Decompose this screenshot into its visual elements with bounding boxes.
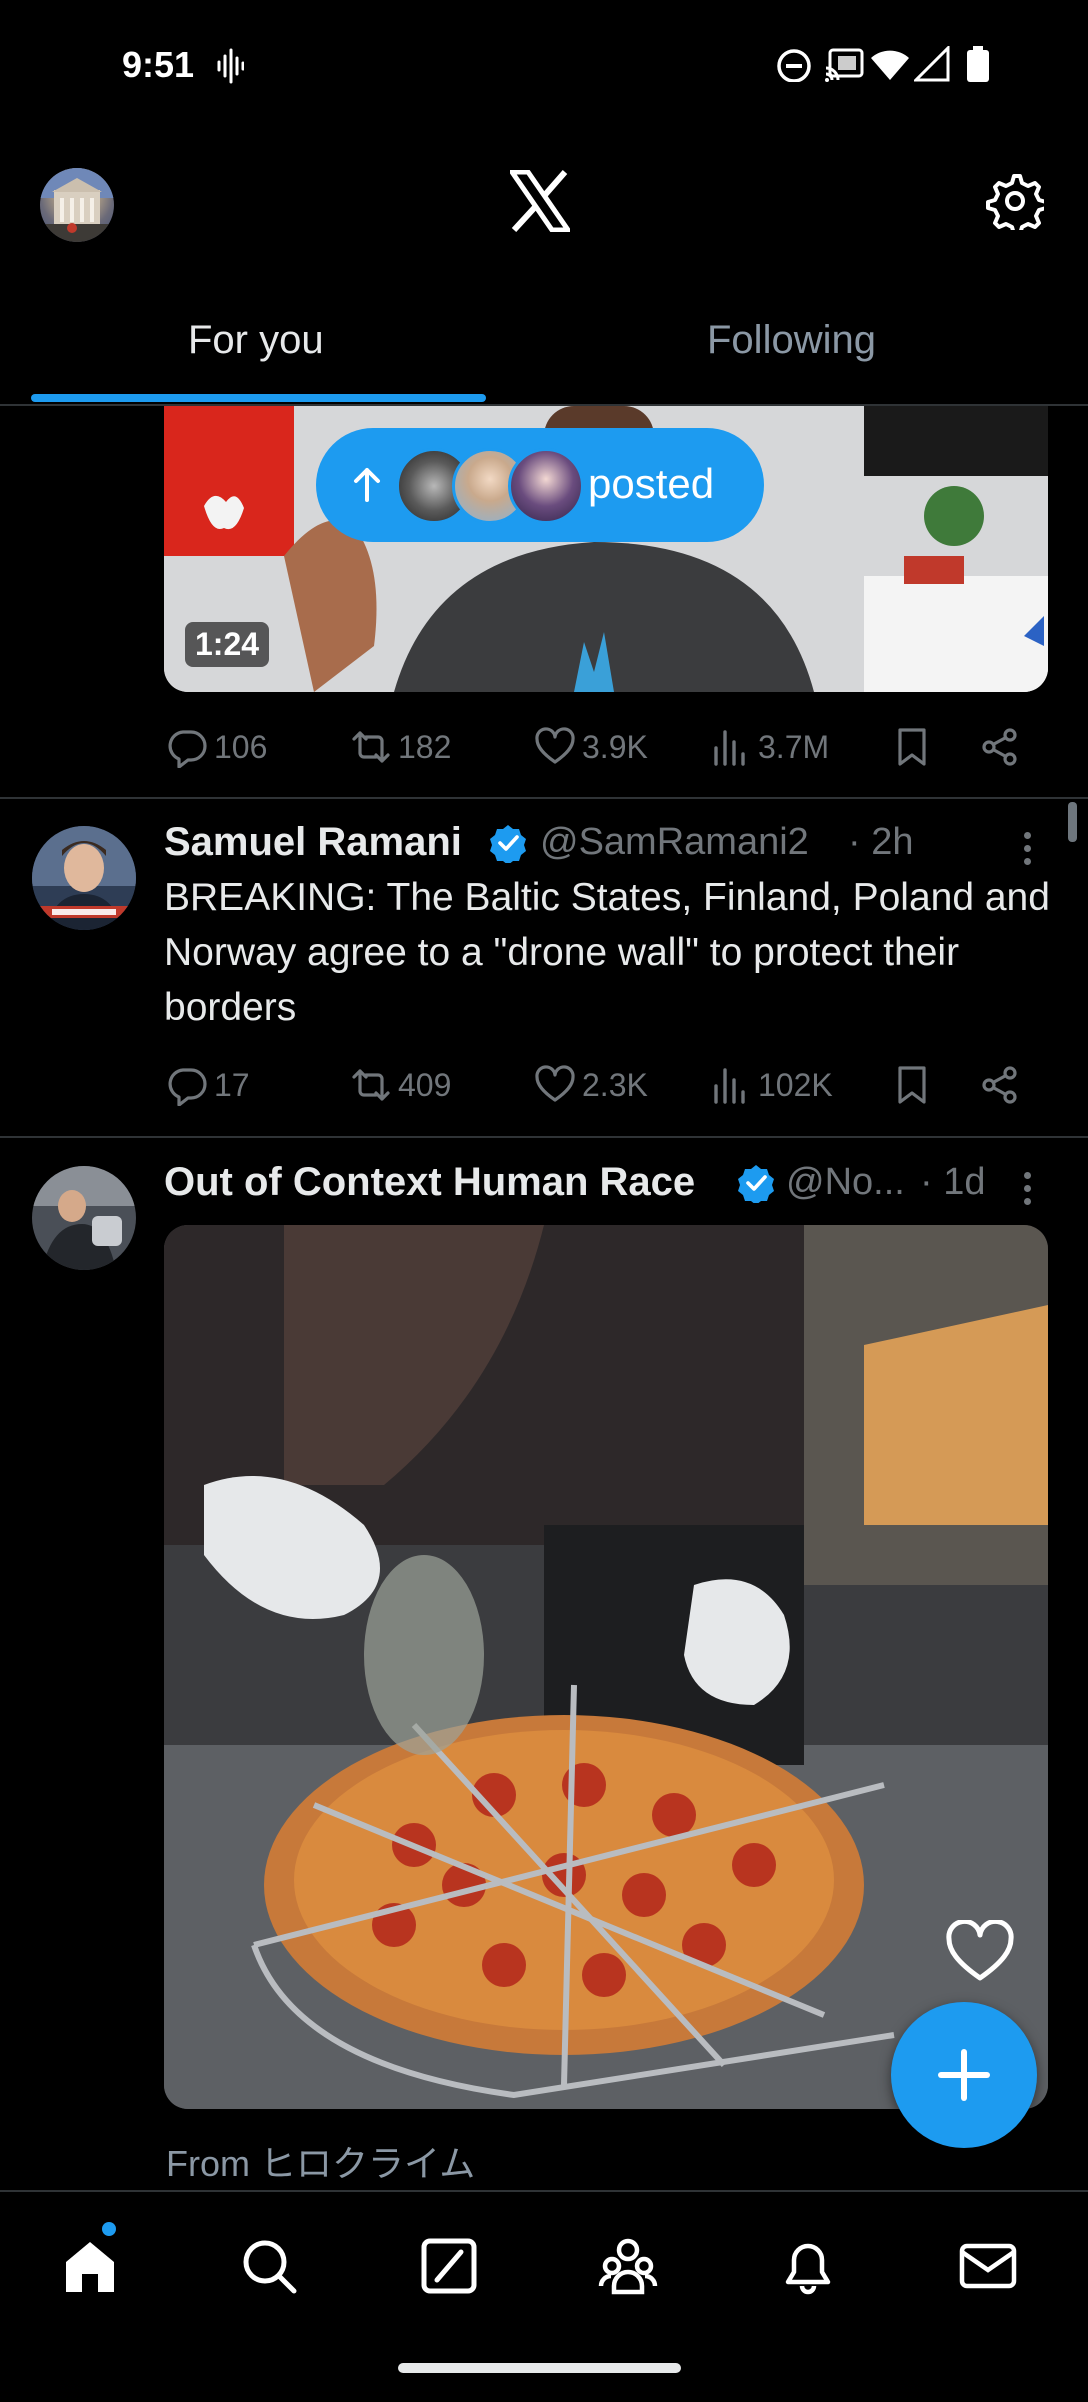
video-like-heart-icon[interactable] (945, 1920, 1015, 1982)
tab-following[interactable]: Following (707, 318, 876, 363)
system-gesture-bar[interactable] (398, 2363, 681, 2373)
views-count: 3.7M (758, 728, 830, 765)
post-author-name[interactable]: Out of Context Human Race (164, 1160, 695, 1205)
post-timestamp: · 1d (920, 1161, 986, 1203)
compose-post-button[interactable] (891, 2002, 1037, 2148)
post-divider (0, 797, 1088, 799)
settings-gear-icon[interactable] (986, 172, 1044, 230)
arrow-up-icon (354, 468, 380, 502)
more-options-button[interactable] (1022, 832, 1034, 871)
post-video[interactable] (164, 1225, 1048, 2109)
bookmark-button[interactable] (891, 1063, 933, 1107)
views-chart-icon (714, 730, 745, 766)
reply-icon (168, 730, 207, 768)
search-icon[interactable] (239, 2236, 299, 2296)
views-button[interactable]: 3.7M (710, 725, 829, 769)
new-posts-pill[interactable]: posted (316, 428, 764, 542)
repost-count: 182 (398, 728, 452, 765)
tab-selected-indicator (31, 394, 486, 402)
profile-avatar[interactable] (40, 168, 114, 242)
feed-scrollbar[interactable] (1068, 802, 1077, 842)
share-icon (982, 1066, 1017, 1104)
reply-button[interactable]: 106 (166, 725, 267, 769)
like-count: 3.9K (582, 728, 648, 765)
like-button[interactable]: 2.3K (534, 1063, 648, 1107)
bookmark-icon (898, 1066, 926, 1104)
posted-avatar-3 (508, 448, 584, 524)
share-button[interactable] (979, 1063, 1021, 1107)
plus-icon (938, 2049, 990, 2101)
post-author-name[interactable]: Samuel Ramani (164, 820, 462, 865)
post-author-handle[interactable]: @SamRamani2 (540, 821, 809, 864)
views-count: 102K (758, 1066, 833, 1103)
post-divider (0, 1136, 1088, 1138)
verified-badge-icon (738, 1165, 774, 1203)
tab-for-you[interactable]: For you (188, 318, 324, 363)
repost-button[interactable]: 182 (350, 725, 451, 769)
views-chart-icon (714, 1068, 745, 1104)
post-timestamp: · 2h (848, 821, 914, 863)
repost-icon (352, 1069, 390, 1101)
grok-icon[interactable] (419, 2236, 479, 2296)
reply-button[interactable]: 17 (166, 1063, 250, 1107)
do-not-disturb-icon (777, 49, 811, 82)
messages-envelope-icon[interactable] (958, 2236, 1018, 2296)
battery-icon (967, 46, 989, 82)
bookmark-button[interactable] (891, 725, 933, 769)
repost-button[interactable]: 409 (350, 1063, 451, 1107)
post-text: BREAKING: The Baltic States, Finland, Po… (164, 876, 1050, 1029)
like-count: 2.3K (582, 1066, 648, 1103)
share-icon (982, 728, 1017, 766)
heart-icon (535, 1065, 575, 1102)
status-time: 9:51 (122, 44, 195, 85)
cast-icon (825, 48, 864, 82)
bookmark-icon (898, 728, 926, 766)
wifi-icon (871, 50, 909, 80)
x-logo-icon (510, 170, 570, 232)
repost-icon (352, 731, 390, 763)
home-notification-dot (102, 2222, 116, 2236)
voice-activity-icon (217, 48, 244, 84)
reply-icon (168, 1068, 207, 1106)
share-button[interactable] (979, 725, 1021, 769)
post-author-handle[interactable]: @No... (786, 1161, 905, 1204)
notifications-bell-icon[interactable] (778, 2236, 838, 2296)
repost-count: 409 (398, 1066, 452, 1103)
reply-count: 17 (214, 1066, 250, 1103)
reply-count: 106 (214, 728, 268, 765)
cellular-signal-icon (914, 46, 950, 82)
post-author-avatar[interactable] (32, 826, 136, 930)
heart-icon (535, 727, 575, 764)
post-author-avatar[interactable] (32, 1166, 136, 1270)
home-icon[interactable] (60, 2236, 120, 2296)
more-options-button[interactable] (1022, 1172, 1034, 1211)
video-source-label[interactable]: From ヒロクライム (166, 2135, 475, 2187)
like-button[interactable]: 3.9K (534, 725, 648, 769)
posted-label: posted (588, 460, 715, 507)
status-bar: 9:51 (0, 0, 1088, 140)
verified-badge-icon (490, 825, 526, 863)
views-button[interactable]: 102K (710, 1063, 833, 1107)
video-duration-badge: 1:24 (185, 622, 270, 667)
communities-icon[interactable] (598, 2236, 658, 2296)
